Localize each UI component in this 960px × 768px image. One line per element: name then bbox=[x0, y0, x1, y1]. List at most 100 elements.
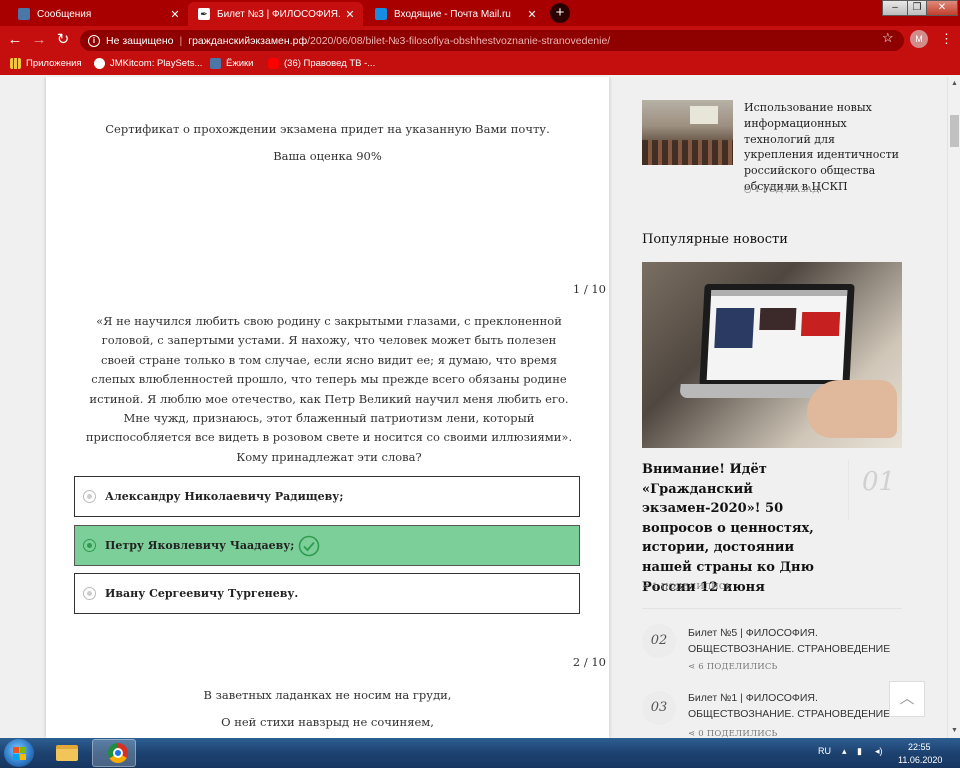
news-time: ◴ 1 ГОД НАЗАД bbox=[744, 185, 820, 195]
clock-icon: ◴ bbox=[744, 185, 755, 195]
scroll-up-arrow-icon[interactable]: ▲ bbox=[948, 77, 960, 91]
apps-grid-icon bbox=[10, 58, 21, 69]
news-title-link[interactable]: Использование новых информационных техно… bbox=[744, 100, 904, 195]
popular-title-link[interactable]: Билет №1 | ФИЛОСОФИЯ. ОБЩЕСТВОЗНАНИЕ. СТ… bbox=[688, 691, 898, 722]
url-separator: | bbox=[179, 34, 183, 47]
browser-tab-strip: Сообщения ✕ ✒ Билет №3 | ФИЛОСОФИЯ. ОБЩ … bbox=[0, 0, 960, 26]
display-block bbox=[714, 308, 755, 348]
clock-date[interactable]: 11.06.2020 bbox=[898, 755, 942, 765]
radio-icon[interactable] bbox=[83, 539, 96, 552]
bookmark-pravoved[interactable]: (36) Правовед ТВ -... bbox=[268, 58, 375, 69]
new-tab-button[interactable]: + bbox=[550, 3, 570, 23]
reload-button[interactable]: ↻ bbox=[54, 31, 72, 49]
display-bar bbox=[711, 290, 848, 296]
answer-label: Александру Николаевичу Радищеву; bbox=[105, 490, 344, 503]
taskbar-explorer[interactable] bbox=[46, 739, 86, 767]
question-text: «Я не научился любить свою родину с закр… bbox=[85, 314, 573, 464]
radio-icon[interactable] bbox=[83, 490, 96, 503]
question-counter: 1 / 10 bbox=[572, 282, 606, 296]
clock-time[interactable]: 22:55 bbox=[908, 742, 931, 752]
popular-rank: 01 bbox=[862, 467, 896, 497]
share-count-label: 6 ПОДЕЛИЛИСЬ bbox=[698, 662, 778, 672]
thumbnail-audience bbox=[642, 140, 733, 165]
globe-icon bbox=[94, 58, 105, 69]
scroll-to-top-button[interactable]: ︿ bbox=[889, 681, 925, 717]
back-button[interactable]: ← bbox=[6, 31, 24, 49]
bookmark-label: Приложения bbox=[26, 58, 82, 69]
tab-messages[interactable]: Сообщения ✕ bbox=[8, 2, 188, 26]
bookmarks-bar: Приложения JMKitcom: PlaySets... Ёжики (… bbox=[0, 54, 960, 75]
windows-logo-icon bbox=[20, 747, 26, 753]
popular-rank: 03 bbox=[642, 691, 676, 725]
close-window-button[interactable]: ✕ bbox=[926, 0, 958, 16]
sidebar: Использование новых информационных техно… bbox=[642, 77, 902, 738]
tray-arrow-icon[interactable]: ▴ bbox=[842, 746, 847, 757]
divider bbox=[642, 608, 902, 609]
thumbnail-screen bbox=[690, 106, 718, 124]
share-icon: ⋖ bbox=[642, 582, 653, 592]
volume-icon[interactable]: ◂) bbox=[875, 746, 883, 757]
laptop-display bbox=[706, 290, 848, 380]
share-count-label: 0 ПОДЕЛИЛИСЬ bbox=[698, 729, 778, 738]
news-thumbnail[interactable] bbox=[642, 100, 733, 165]
display-block bbox=[759, 308, 797, 330]
answer-label: Ивану Сергеевичу Тургеневу. bbox=[105, 587, 299, 600]
close-icon[interactable]: ✕ bbox=[525, 8, 539, 21]
bookmark-star-icon[interactable]: ☆ bbox=[882, 30, 894, 46]
language-indicator[interactable]: RU bbox=[818, 746, 831, 756]
answer-option[interactable]: Александру Николаевичу Радищеву; bbox=[74, 476, 580, 517]
bookmark-jmkitcom[interactable]: JMKitcom: PlaySets... bbox=[94, 58, 202, 69]
tab-label: Билет №3 | ФИЛОСОФИЯ. ОБЩ bbox=[217, 8, 343, 20]
score-text: Ваша оценка 90% bbox=[273, 149, 382, 163]
chevron-up-icon: ︿ bbox=[899, 690, 915, 707]
scrollbar-thumb[interactable] bbox=[950, 115, 959, 147]
tab-ticket-3[interactable]: ✒ Билет №3 | ФИЛОСОФИЯ. ОБЩ ✕ bbox=[188, 2, 363, 26]
radio-icon[interactable] bbox=[83, 587, 96, 600]
page-viewport: Сертификат о прохождении экзамена придет… bbox=[0, 77, 947, 738]
section-heading: Популярные новости bbox=[642, 232, 788, 247]
menu-kebab-icon[interactable]: ⋮ bbox=[940, 31, 953, 47]
forward-button[interactable]: → bbox=[30, 31, 48, 49]
close-icon[interactable]: ✕ bbox=[168, 8, 182, 21]
windows-logo-icon bbox=[13, 754, 19, 760]
chrome-icon bbox=[108, 743, 128, 763]
answer-option-correct[interactable]: Петру Яковлевичу Чаадаеву; bbox=[74, 525, 580, 566]
popular-title-link[interactable]: Внимание! Идёт «Гражданский экзамен-2020… bbox=[642, 460, 842, 597]
answer-option[interactable]: Ивану Сергеевичу Тургеневу. bbox=[74, 573, 580, 614]
url-field[interactable]: i Не защищено | гражданскийэкзамен.рф /2… bbox=[80, 30, 904, 51]
maximize-button[interactable]: ❐ bbox=[907, 0, 927, 16]
tab-label: Входящие - Почта Mail.ru bbox=[394, 8, 511, 20]
bookmark-label: JMKitcom: PlaySets... bbox=[110, 58, 203, 69]
laptop-illustration bbox=[699, 284, 855, 386]
question-text-line: О ней стихи навзрыд не сочиняем, bbox=[221, 715, 434, 729]
profile-avatar[interactable]: M bbox=[910, 30, 928, 48]
share-count: ⋖ 1 ПОДЕЛИЛИСЬ bbox=[642, 582, 731, 592]
tab-mail[interactable]: Входящие - Почта Mail.ru ✕ bbox=[365, 2, 545, 26]
answer-label: Петру Яковлевичу Чаадаеву; bbox=[105, 539, 295, 552]
bookmark-apps[interactable]: Приложения bbox=[10, 58, 82, 69]
start-button[interactable] bbox=[4, 739, 34, 767]
quill-icon: ✒ bbox=[198, 8, 210, 20]
network-icon[interactable]: ▮ bbox=[857, 746, 862, 757]
messages-icon bbox=[18, 8, 30, 20]
folder-icon bbox=[56, 745, 78, 761]
share-count: ⋖ 6 ПОДЕЛИЛИСЬ bbox=[688, 662, 777, 672]
bookmark-ezhiki[interactable]: Ёжики bbox=[210, 58, 253, 69]
question-counter: 2 / 10 bbox=[572, 655, 606, 669]
check-circle-icon bbox=[299, 535, 320, 556]
popular-title-link[interactable]: Билет №5 | ФИЛОСОФИЯ. ОБЩЕСТВОЗНАНИЕ. СТ… bbox=[688, 626, 898, 657]
display-block bbox=[800, 312, 841, 336]
minimize-button[interactable]: – bbox=[882, 0, 908, 16]
share-count-label: 1 ПОДЕЛИЛИСЬ bbox=[652, 582, 732, 592]
divider bbox=[848, 460, 849, 520]
bookmark-label: (36) Правовед ТВ -... bbox=[284, 58, 376, 69]
quiz-card: Сертификат о прохождении экзамена придет… bbox=[46, 77, 609, 738]
popular-rank: 02 bbox=[642, 624, 676, 658]
info-icon[interactable]: i bbox=[88, 34, 100, 47]
share-count: ⋖ 0 ПОДЕЛИЛИСЬ bbox=[688, 729, 777, 738]
scroll-down-arrow-icon[interactable]: ▼ bbox=[948, 724, 960, 738]
page-scrollbar[interactable]: ▲ ▼ bbox=[947, 77, 960, 738]
popular-hero-image[interactable] bbox=[642, 262, 902, 448]
windows-logo-icon bbox=[13, 747, 19, 753]
close-icon[interactable]: ✕ bbox=[343, 8, 357, 21]
